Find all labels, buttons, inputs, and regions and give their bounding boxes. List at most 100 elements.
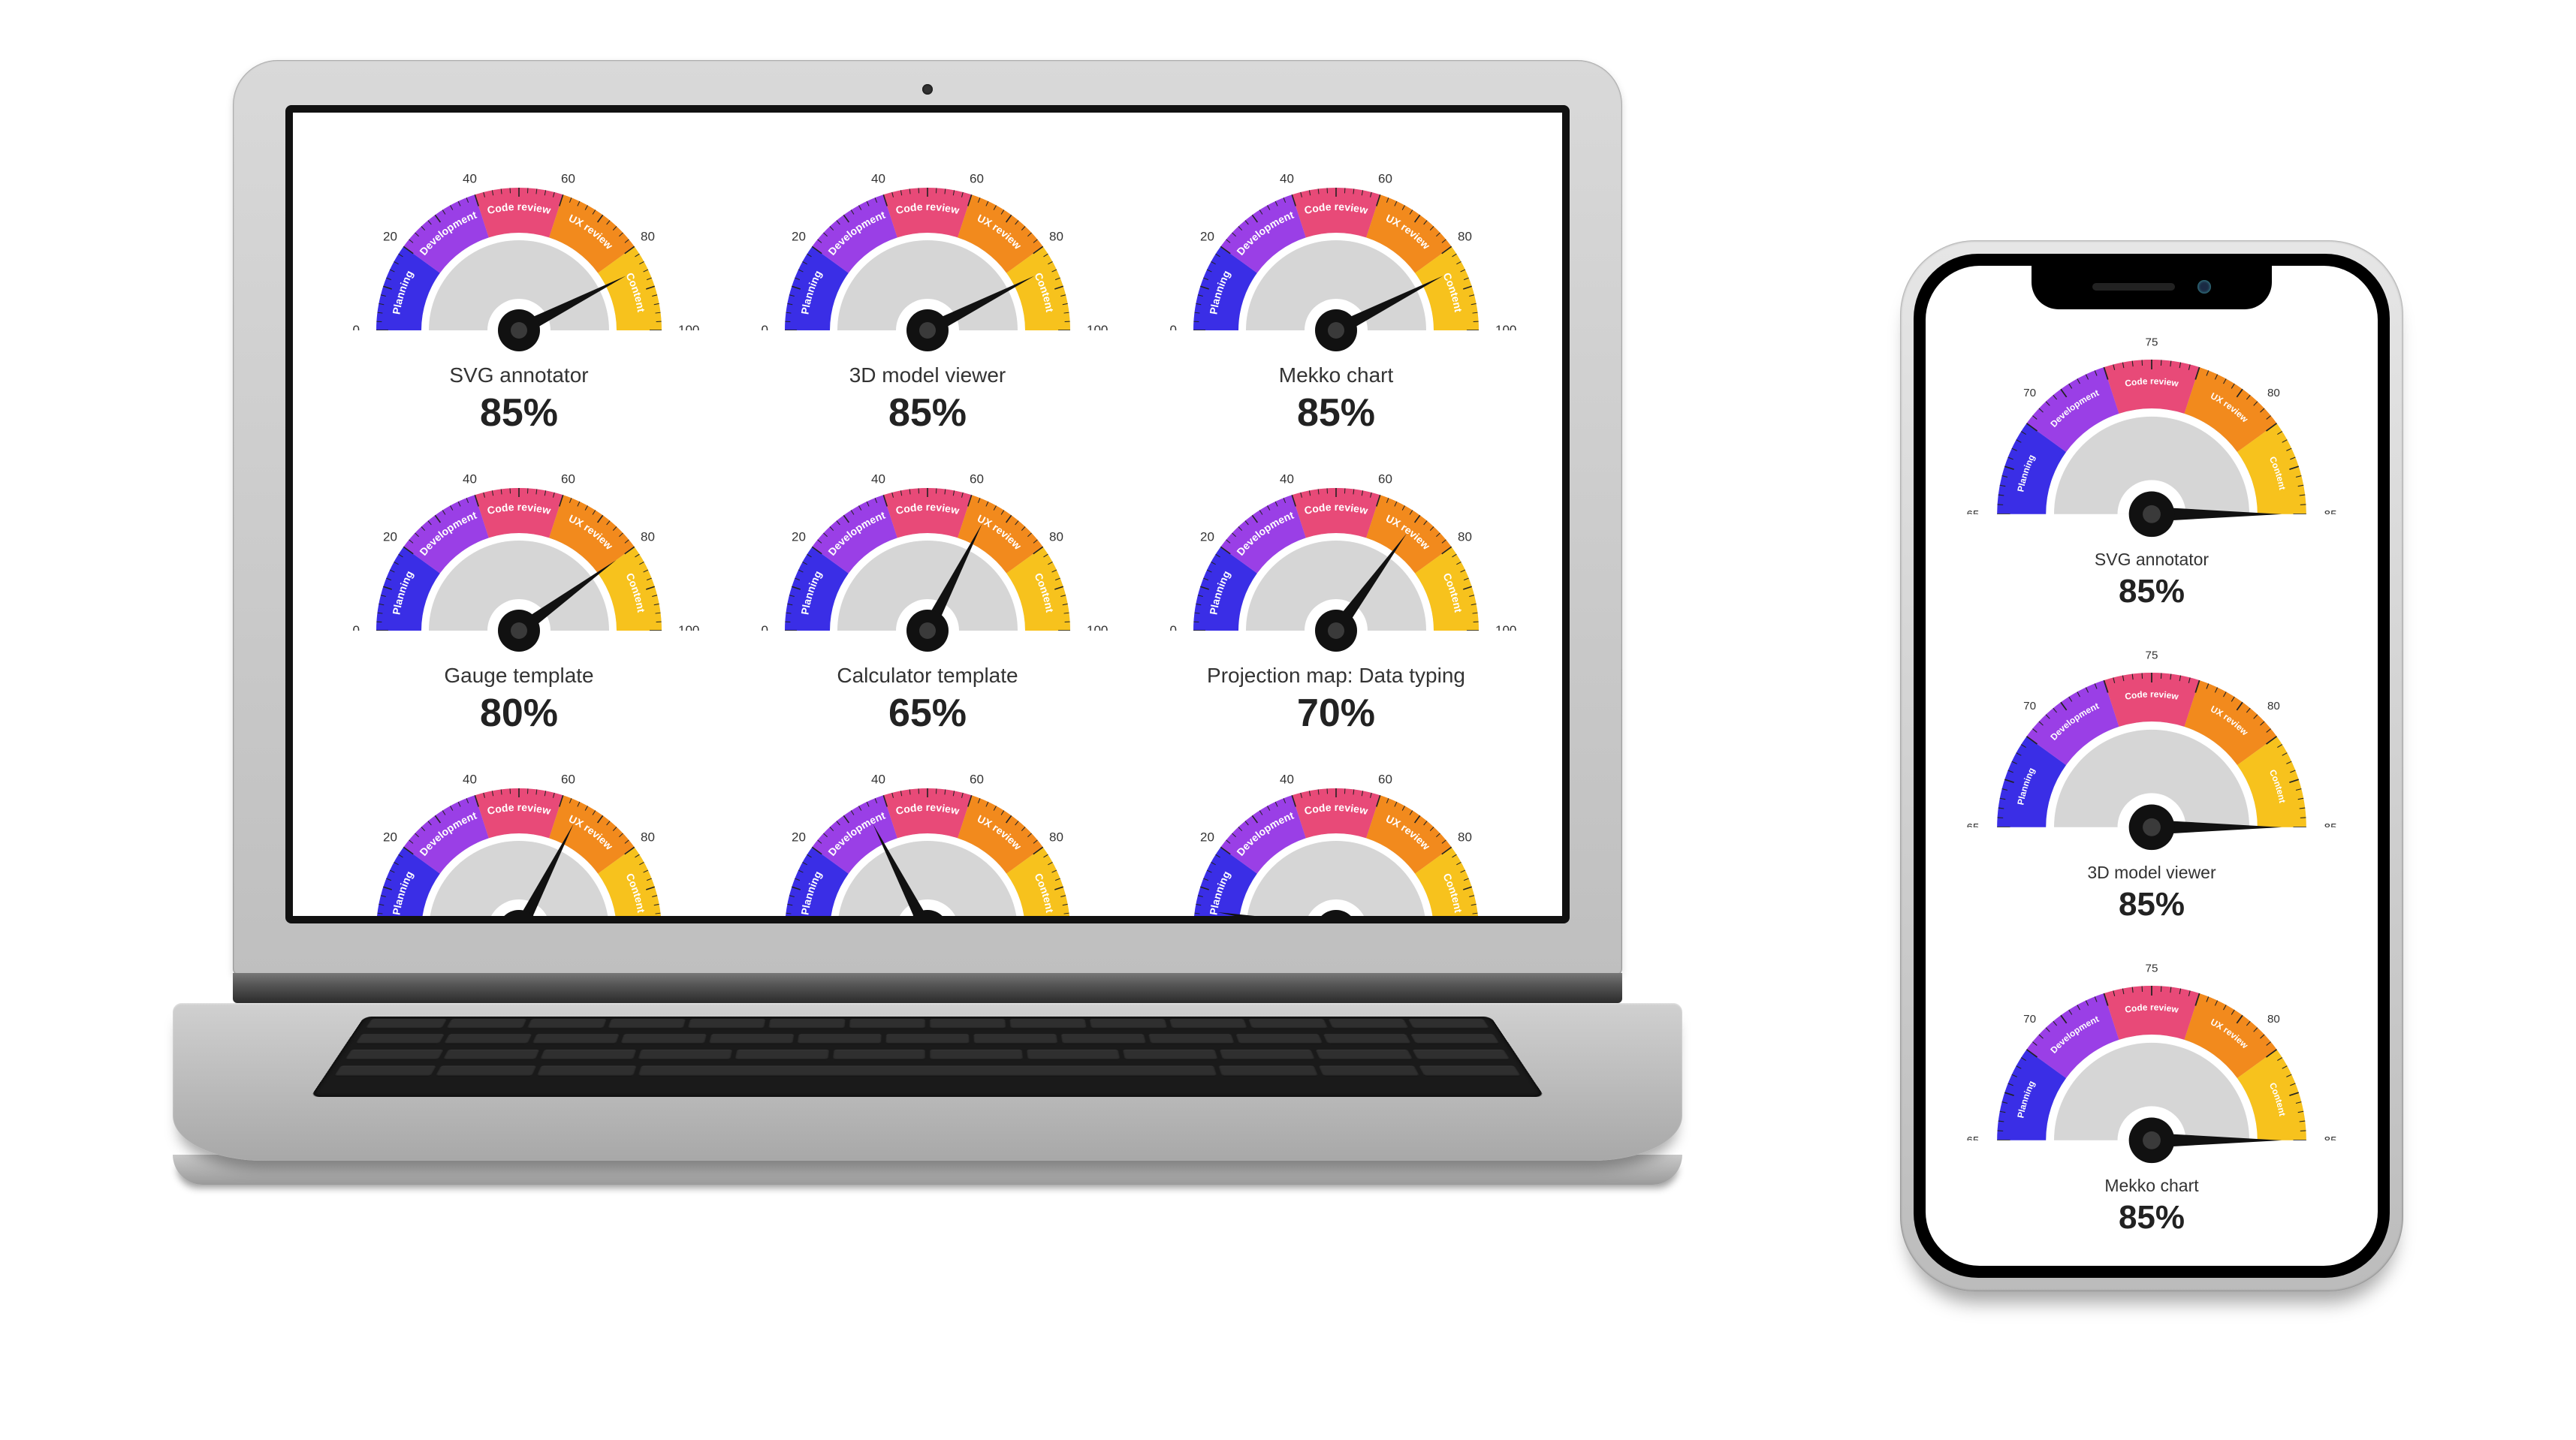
- laptop-mockup: PlanningDevelopmentCode reviewUX reviewC…: [173, 60, 1682, 1198]
- gauge-value: 85%: [480, 390, 558, 435]
- gauge-tick-label: 75: [2146, 649, 2158, 662]
- gauge-svg-wrap: PlanningDevelopmentCode reviewUX reviewC…: [1944, 937, 2360, 1173]
- gauge-tick-label: 20: [383, 529, 397, 544]
- gauge-tick-label: 80: [1458, 229, 1472, 243]
- gauge-tick-label: 80: [1049, 529, 1063, 544]
- gauge-tick-label: 60: [970, 471, 984, 486]
- gauge-tick-label: 80: [2267, 1013, 2280, 1026]
- laptop-deck: [173, 1003, 1682, 1161]
- gauge-tick-label: 80: [1458, 830, 1472, 844]
- gauge-tick-label: 60: [561, 772, 575, 786]
- gauge-chart: PlanningDevelopmentCode reviewUX reviewC…: [1156, 143, 1516, 360]
- gauge-chart: PlanningDevelopmentCode reviewUX reviewC…: [1956, 311, 2347, 547]
- laptop-camera-icon: [922, 84, 933, 95]
- gauge-title: Mekko chart: [1279, 363, 1394, 387]
- gauge-cell: PlanningDevelopmentCode reviewUX reviewC…: [318, 443, 719, 736]
- gauge-cell: PlanningDevelopmentCode reviewUX reviewC…: [1944, 311, 2360, 610]
- gauge-chart: PlanningDevelopmentCode reviewUX reviewC…: [339, 143, 699, 360]
- gauge-hub-highlight: [1328, 322, 1344, 339]
- laptop-screen: PlanningDevelopmentCode reviewUX reviewC…: [293, 113, 1562, 916]
- gauge-title: Projection map: Data typing: [1207, 664, 1465, 688]
- gauge-svg-wrap: PlanningDevelopmentCode reviewUX reviewC…: [318, 743, 719, 916]
- gauge-value: 85%: [1297, 390, 1375, 435]
- phone-frame: PlanningDevelopmentCode reviewUX reviewC…: [1914, 254, 2390, 1278]
- gauge-chart: PlanningDevelopmentCode reviewUX reviewC…: [1156, 443, 1516, 661]
- gauge-chart: PlanningDevelopmentCode reviewUX reviewC…: [339, 443, 699, 661]
- gauge-chart: PlanningDevelopmentCode reviewUX reviewC…: [1156, 743, 1516, 916]
- laptop-lid: PlanningDevelopmentCode reviewUX reviewC…: [233, 60, 1622, 976]
- keyboard-icon: [311, 1017, 1545, 1097]
- gauge-cell: PlanningDevelopmentCode reviewUX reviewC…: [318, 143, 719, 435]
- gauge-tick-label: 40: [871, 471, 885, 486]
- gauge-hub-highlight: [1328, 622, 1344, 639]
- gauge-tick-label: 80: [641, 229, 655, 243]
- gauge-tick-label: 80: [641, 830, 655, 844]
- laptop-bezel: PlanningDevelopmentCode reviewUX reviewC…: [285, 105, 1570, 923]
- mobile-gauge-list: PlanningDevelopmentCode reviewUX reviewC…: [1944, 311, 2360, 1266]
- laptop-hinge: [233, 973, 1622, 1003]
- gauge-cell: PlanningDevelopmentCode reviewUX reviewC…: [318, 743, 719, 916]
- gauge-cell: PlanningDevelopmentCode reviewUX reviewC…: [1136, 443, 1537, 736]
- gauge-chart: PlanningDevelopmentCode reviewUX reviewC…: [747, 143, 1108, 360]
- gauge-tick-label: 80: [1049, 830, 1063, 844]
- gauge-tick-label: 80: [2267, 700, 2280, 712]
- gauge-svg-wrap: PlanningDevelopmentCode reviewUX reviewC…: [1944, 624, 2360, 860]
- laptop-base: [173, 973, 1682, 1198]
- gauge-title: 3D model viewer: [2087, 863, 2216, 883]
- gauge-hub-highlight: [919, 322, 936, 339]
- phone-notch: [2032, 264, 2272, 309]
- gauge-tick-label: 40: [1280, 772, 1294, 786]
- gauge-tick-label: 40: [463, 772, 477, 786]
- gauge-tick-label: 20: [1200, 830, 1214, 844]
- gauge-cell: PlanningDevelopmentCode reviewUX reviewC…: [727, 443, 1128, 736]
- gauge-chart: PlanningDevelopmentCode reviewUX reviewC…: [747, 743, 1108, 916]
- gauge-title: Mekko chart: [2104, 1176, 2198, 1196]
- gauge-svg-wrap: PlanningDevelopmentCode reviewUX reviewC…: [318, 143, 719, 360]
- gauge-title: SVG annotator: [2095, 550, 2209, 570]
- gauge-value: 85%: [2119, 573, 2185, 610]
- gauge-tick-label: 60: [1378, 171, 1392, 185]
- gauge-value: 85%: [2119, 1199, 2185, 1237]
- gauge-svg-wrap: PlanningDevelopmentCode reviewUX reviewC…: [318, 443, 719, 661]
- gauge-tick-label: 60: [561, 171, 575, 185]
- gauge-cell: PlanningDevelopmentCode reviewUX reviewC…: [727, 143, 1128, 435]
- gauge-tick-label: 20: [792, 529, 806, 544]
- gauge-value: 85%: [2119, 886, 2185, 923]
- gauge-hub-highlight: [2143, 1131, 2161, 1149]
- gauge-tick-label: 70: [2023, 387, 2036, 399]
- gauge-tick-label: 40: [463, 471, 477, 486]
- gauge-tick-label: 20: [1200, 229, 1214, 243]
- gauge-tick-label: 40: [1280, 171, 1294, 185]
- gauge-tick-label: 60: [561, 471, 575, 486]
- gauge-tick-label: 75: [2146, 963, 2158, 975]
- gauge-title: 3D model viewer: [849, 363, 1006, 387]
- gauge-tick-label: 60: [970, 772, 984, 786]
- gauge-chart: PlanningDevelopmentCode reviewUX reviewC…: [747, 443, 1108, 661]
- gauge-svg-wrap: PlanningDevelopmentCode reviewUX reviewC…: [1136, 743, 1537, 916]
- gauge-cell: PlanningDevelopmentCode reviewUX reviewC…: [1944, 1250, 2360, 1266]
- gauge-hub-highlight: [919, 622, 936, 639]
- gauge-tick-label: 80: [2267, 387, 2280, 399]
- phone-mockup: PlanningDevelopmentCode reviewUX reviewC…: [1900, 240, 2403, 1291]
- gauge-tick-label: 40: [463, 171, 477, 185]
- gauge-title: Calculator template: [837, 664, 1018, 688]
- gauge-tick-label: 20: [383, 830, 397, 844]
- gauge-title: Gauge template: [444, 664, 593, 688]
- gauge-tick-label: 80: [1049, 229, 1063, 243]
- gauge-tick-label: 20: [792, 229, 806, 243]
- gauge-value: 80%: [480, 691, 558, 736]
- gauge-hub-highlight: [511, 622, 527, 639]
- gauge-chart: PlanningDevelopmentCode reviewUX reviewC…: [1956, 937, 2347, 1173]
- gauge-chart: PlanningDevelopmentCode reviewUX reviewC…: [1956, 624, 2347, 860]
- gauge-value: 70%: [1297, 691, 1375, 736]
- gauge-tick-label: 80: [641, 529, 655, 544]
- gauge-value: 85%: [888, 390, 967, 435]
- gauge-cell: PlanningDevelopmentCode reviewUX reviewC…: [1944, 624, 2360, 923]
- gauge-svg-wrap: PlanningDevelopmentCode reviewUX reviewC…: [1136, 143, 1537, 360]
- earpiece-icon: [2092, 283, 2175, 291]
- gauge-value: 65%: [888, 691, 967, 736]
- gauge-svg-wrap: PlanningDevelopmentCode reviewUX reviewC…: [1136, 443, 1537, 661]
- gauge-tick-label: 20: [792, 830, 806, 844]
- phone-screen: PlanningDevelopmentCode reviewUX reviewC…: [1926, 266, 2378, 1266]
- front-camera-icon: [2197, 280, 2211, 294]
